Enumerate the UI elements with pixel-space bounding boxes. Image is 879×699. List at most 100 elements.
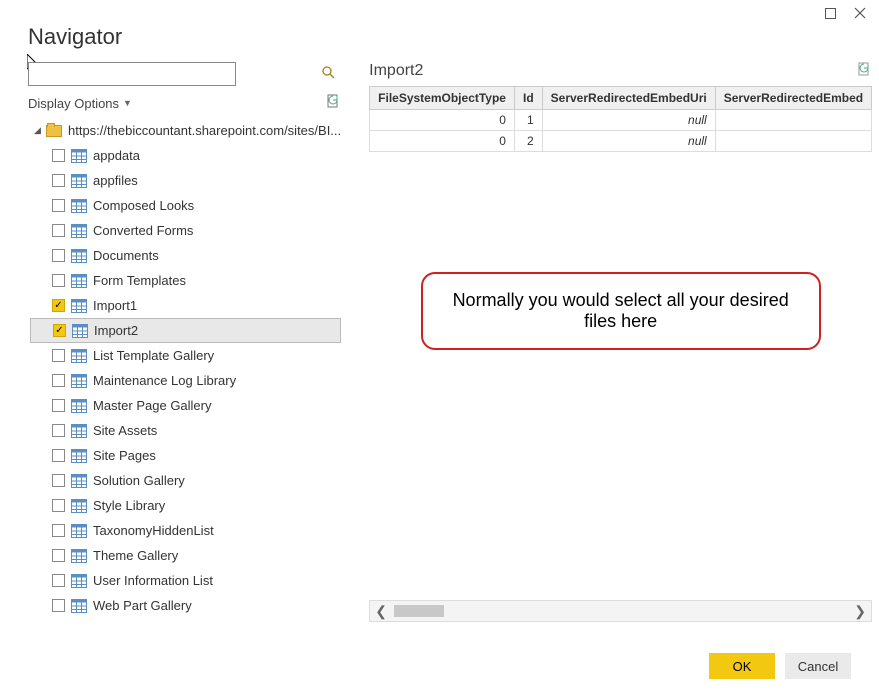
tree-root-label: https://thebiccountant.sharepoint.com/si…	[68, 123, 341, 138]
checkbox[interactable]	[52, 424, 65, 437]
tree-item[interactable]: ✓ Import2	[30, 318, 341, 343]
tree-item-label: List Template Gallery	[93, 348, 341, 363]
tree-item-label: Form Templates	[93, 273, 341, 288]
table-cell: 1	[514, 110, 542, 131]
tree-item-label: Solution Gallery	[93, 473, 341, 488]
tree-item[interactable]: appdata	[30, 143, 341, 168]
tree-item[interactable]: Converted Forms	[30, 218, 341, 243]
tree-item-label: Theme Gallery	[93, 548, 341, 563]
tree-item[interactable]: Site Assets	[30, 418, 341, 443]
checkbox[interactable]	[52, 349, 65, 362]
table-icon	[71, 149, 87, 163]
table-icon	[71, 424, 87, 438]
column-header[interactable]: Id	[514, 87, 542, 110]
preview-refresh-icon[interactable]	[857, 62, 872, 80]
navigator-tree[interactable]: ◢ https://thebiccountant.sharepoint.com/…	[28, 118, 341, 622]
tree-item-label: Web Part Gallery	[93, 598, 341, 613]
collapse-icon[interactable]: ◢	[34, 125, 44, 136]
table-icon	[71, 549, 87, 563]
search-icon	[322, 66, 335, 82]
table-icon	[71, 299, 87, 313]
tree-item-label: Site Assets	[93, 423, 341, 438]
checkbox[interactable]	[52, 449, 65, 462]
tree-item[interactable]: Web Part Gallery	[30, 593, 341, 618]
checkbox[interactable]	[52, 274, 65, 287]
tree-item[interactable]: Form Templates	[30, 268, 341, 293]
checkbox[interactable]	[52, 174, 65, 187]
table-icon	[71, 599, 87, 613]
table-icon	[71, 524, 87, 538]
column-header[interactable]: ServerRedirectedEmbed	[715, 87, 871, 110]
column-header[interactable]: FileSystemObjectType	[370, 87, 515, 110]
tree-item[interactable]: appfiles	[30, 168, 341, 193]
cancel-button[interactable]: Cancel	[785, 653, 851, 679]
tree-item[interactable]: List Template Gallery	[30, 343, 341, 368]
maximize-button[interactable]	[823, 6, 837, 20]
table-icon	[71, 574, 87, 588]
table-icon	[71, 274, 87, 288]
checkbox[interactable]	[52, 399, 65, 412]
checkbox[interactable]	[52, 199, 65, 212]
tree-item-label: Master Page Gallery	[93, 398, 341, 413]
table-icon	[71, 199, 87, 213]
checkbox[interactable]	[52, 474, 65, 487]
table-cell: null	[542, 110, 715, 131]
table-icon	[71, 449, 87, 463]
checkbox[interactable]	[52, 549, 65, 562]
tree-item-label: Converted Forms	[93, 223, 341, 238]
checkbox[interactable]: ✓	[52, 299, 65, 312]
display-options-dropdown[interactable]: Display Options ▼	[28, 96, 132, 111]
checkbox[interactable]	[52, 524, 65, 537]
search-input[interactable]	[28, 62, 236, 86]
close-button[interactable]	[853, 6, 867, 20]
preview-title: Import2	[369, 62, 423, 80]
tree-item[interactable]: Master Page Gallery	[30, 393, 341, 418]
ok-button[interactable]: OK	[709, 653, 775, 679]
checkbox[interactable]	[52, 149, 65, 162]
tree-item-label: Documents	[93, 248, 341, 263]
checkbox[interactable]	[52, 574, 65, 587]
table-cell	[715, 110, 871, 131]
refresh-icon[interactable]	[326, 94, 341, 112]
tree-item[interactable]: ✓ Import1	[30, 293, 341, 318]
table-row: 01null	[370, 110, 872, 131]
table-row: 02null	[370, 131, 872, 152]
tree-item-label: Maintenance Log Library	[93, 373, 341, 388]
horizontal-scrollbar[interactable]: ❮ ❯	[369, 600, 872, 622]
tree-root-node[interactable]: ◢ https://thebiccountant.sharepoint.com/…	[30, 118, 341, 143]
tree-item-label: Site Pages	[93, 448, 341, 463]
tree-item-label: Composed Looks	[93, 198, 341, 213]
checkbox[interactable]	[52, 374, 65, 387]
table-icon	[71, 224, 87, 238]
tree-item[interactable]: Site Pages	[30, 443, 341, 468]
scroll-left-icon[interactable]: ❮	[370, 603, 392, 620]
checkbox[interactable]	[52, 599, 65, 612]
table-icon	[71, 249, 87, 263]
tree-item[interactable]: Solution Gallery	[30, 468, 341, 493]
table-icon	[71, 374, 87, 388]
column-header[interactable]: ServerRedirectedEmbedUri	[542, 87, 715, 110]
checkbox[interactable]	[52, 224, 65, 237]
tree-item[interactable]: Style Library	[30, 493, 341, 518]
tree-item[interactable]: Composed Looks	[30, 193, 341, 218]
scroll-thumb[interactable]	[394, 605, 444, 617]
table-cell: null	[542, 131, 715, 152]
tree-item-label: Import1	[93, 298, 341, 313]
table-cell: 0	[370, 131, 515, 152]
tree-item-label: Import2	[94, 323, 340, 338]
tree-item[interactable]: TaxonomyHiddenList	[30, 518, 341, 543]
table-cell: 0	[370, 110, 515, 131]
tree-item[interactable]: Documents	[30, 243, 341, 268]
scroll-right-icon[interactable]: ❯	[849, 603, 871, 620]
checkbox[interactable]	[52, 249, 65, 262]
tree-item[interactable]: Maintenance Log Library	[30, 368, 341, 393]
checkbox[interactable]: ✓	[53, 324, 66, 337]
table-icon	[71, 474, 87, 488]
preview-table: FileSystemObjectTypeIdServerRedirectedEm…	[369, 86, 872, 152]
checkbox[interactable]	[52, 499, 65, 512]
tree-item-label: Style Library	[93, 498, 341, 513]
tree-item[interactable]: User Information List	[30, 568, 341, 593]
page-title: Navigator	[28, 24, 851, 50]
folder-icon	[46, 125, 62, 137]
tree-item[interactable]: Theme Gallery	[30, 543, 341, 568]
